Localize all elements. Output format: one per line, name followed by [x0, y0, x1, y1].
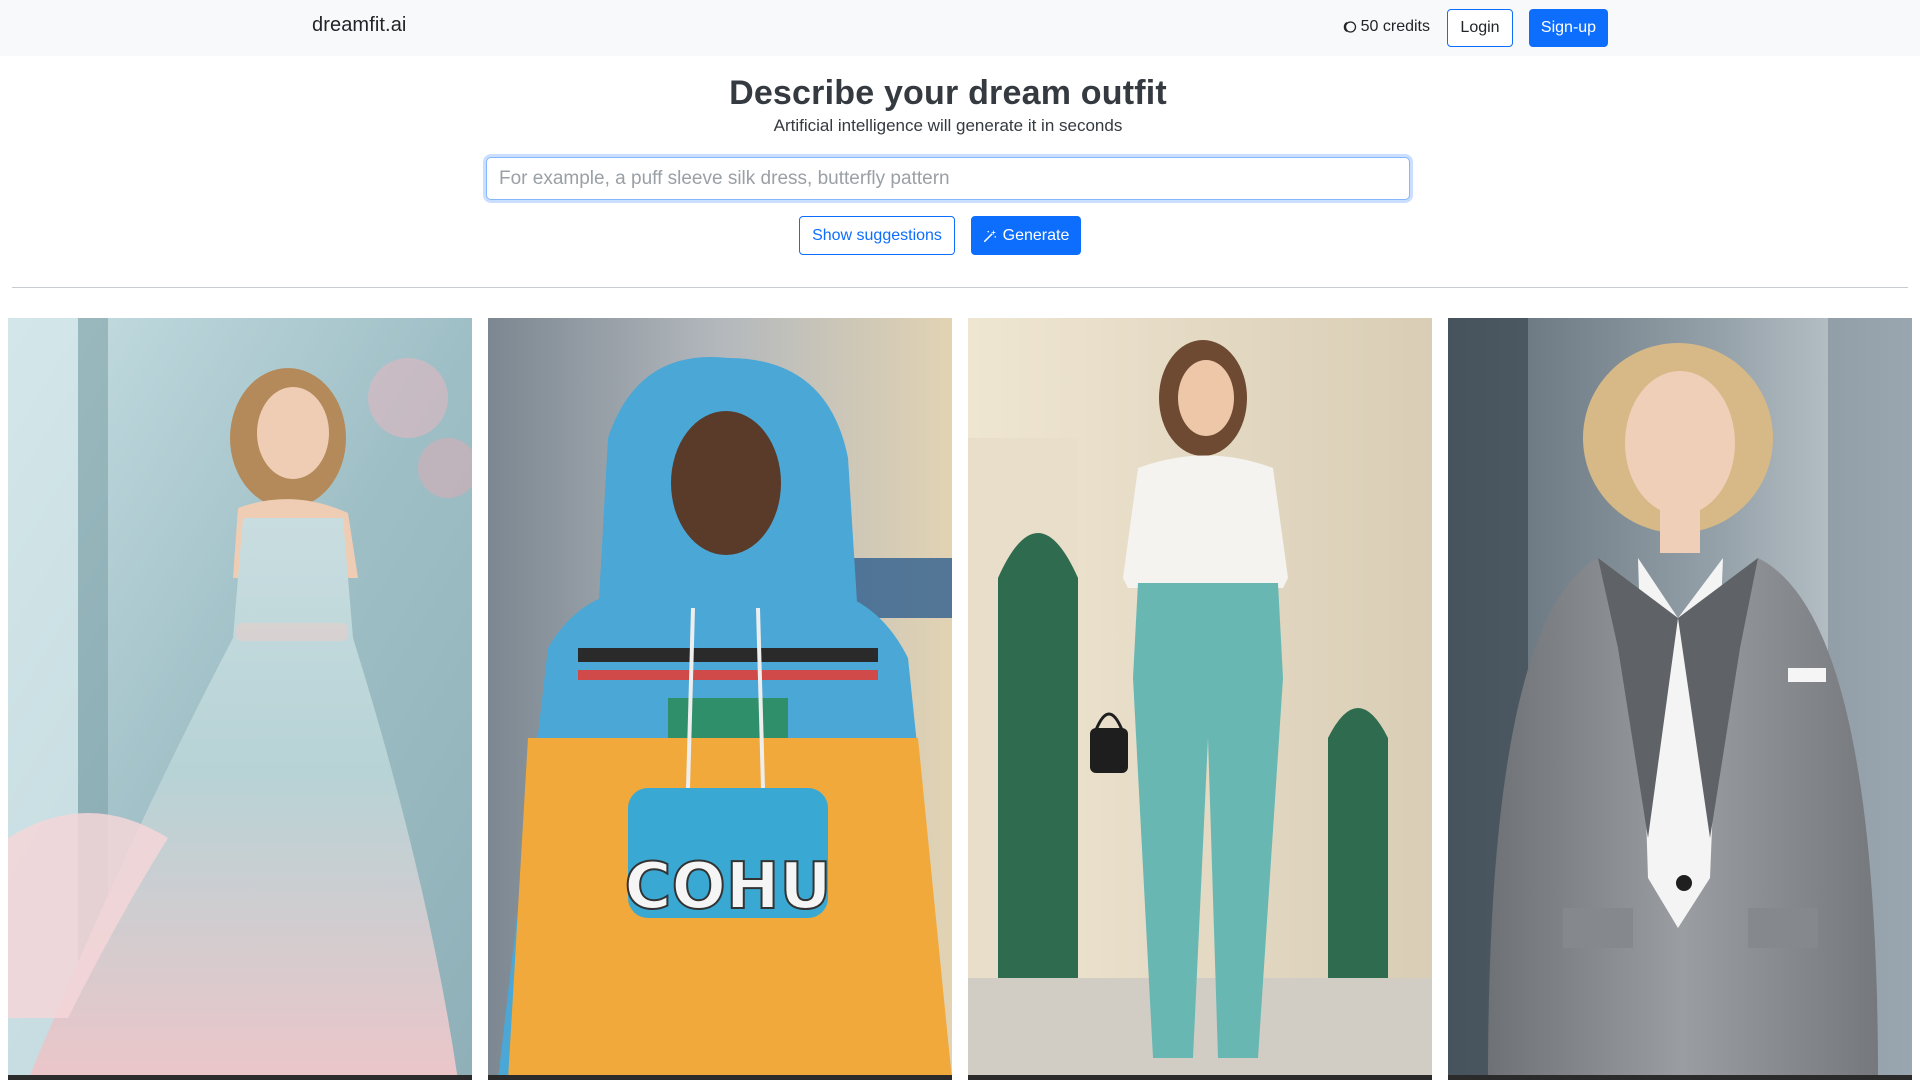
outfit-gallery: COHU	[8, 318, 1912, 1080]
outfit-image: COHU	[488, 318, 952, 1080]
outfit-prompt-input[interactable]	[486, 157, 1410, 200]
page-title: Describe your dream outfit	[729, 74, 1167, 112]
gallery-card[interactable]: COHU	[488, 318, 952, 1080]
card-bottom-bar	[488, 1075, 952, 1080]
credits-indicator: 50 credits	[1341, 18, 1430, 36]
generate-button[interactable]: Generate	[971, 216, 1081, 255]
top-navbar: dreamfit.ai 50 credits Login Sign-up	[0, 0, 1920, 56]
card-bottom-bar	[1448, 1075, 1912, 1080]
section-divider	[12, 287, 1908, 288]
card-bottom-bar	[968, 1075, 1432, 1080]
brand-logo-link[interactable]: dreamfit.ai	[312, 14, 406, 37]
gallery-card[interactable]	[968, 318, 1432, 1080]
magic-wand-icon	[983, 229, 997, 243]
show-suggestions-button[interactable]: Show suggestions	[799, 216, 955, 255]
credits-text: 50 credits	[1360, 18, 1430, 35]
generate-label: Generate	[1002, 226, 1070, 244]
card-bottom-bar	[8, 1075, 472, 1080]
coins-icon	[1341, 19, 1357, 35]
login-button[interactable]: Login	[1447, 9, 1513, 47]
signup-button[interactable]: Sign-up	[1529, 9, 1608, 47]
outfit-image	[968, 318, 1432, 1080]
gallery-card[interactable]	[8, 318, 472, 1080]
outfit-image	[1448, 318, 1912, 1080]
outfit-image	[8, 318, 472, 1080]
page-subtitle: Artificial intelligence will generate it…	[773, 116, 1123, 135]
svg-text:COHU: COHU	[625, 850, 832, 924]
gallery-card[interactable]	[1448, 318, 1912, 1080]
